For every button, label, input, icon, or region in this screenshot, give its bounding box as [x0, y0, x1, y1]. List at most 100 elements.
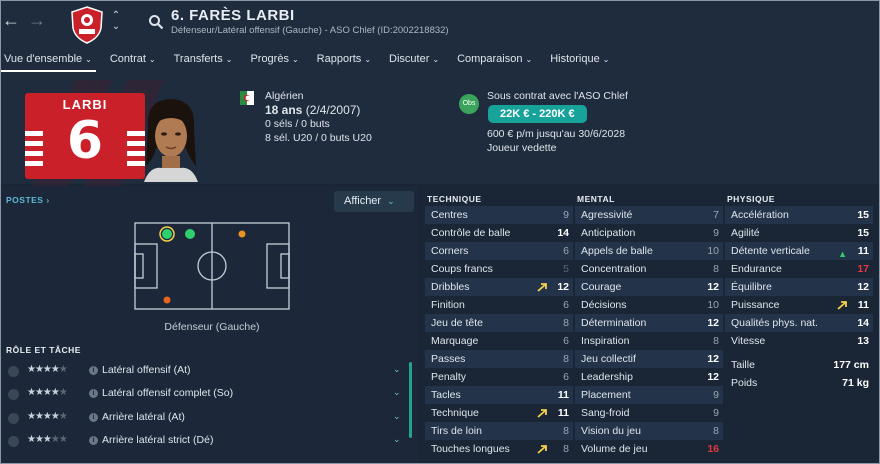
tab-contract[interactable]: Contrat ⌄: [106, 50, 160, 72]
physique-attribute-row[interactable]: Détente verticale ▲ 11: [725, 242, 873, 260]
role-row[interactable]: ★★★★★ i Arrière latéral strict (Dé) ⌄: [0, 430, 408, 453]
technique-attribute-label: Tacles: [431, 389, 461, 401]
wage-range-badge[interactable]: 22K € - 220K €: [488, 105, 587, 123]
physique-attribute-row[interactable]: Qualités phys. nat. 14: [725, 314, 873, 332]
physique-title: PHYSIQUE: [727, 194, 775, 204]
mental-attribute-row[interactable]: Détermination 12: [575, 314, 723, 332]
position-dot-natural[interactable]: [185, 229, 195, 239]
star-rating-icon: ★★★★★: [27, 387, 68, 398]
mental-attribute-row[interactable]: Anticipation 9: [575, 224, 723, 242]
info-icon[interactable]: i: [89, 389, 98, 398]
technique-attribute-row[interactable]: Marquage 6: [425, 332, 573, 350]
player-face-image: [144, 99, 198, 182]
technique-attribute-label: Touches longues: [431, 443, 510, 455]
technique-attribute-row[interactable]: Touches longues 8: [425, 440, 573, 458]
technique-attribute-value: 9: [563, 209, 569, 221]
position-dot-unconvincing[interactable]: [238, 230, 246, 238]
club-crest-icon[interactable]: [70, 6, 104, 44]
nationality: Algérien: [265, 90, 304, 102]
tab-label: Comparaison: [457, 53, 523, 65]
mental-attribute-row[interactable]: Leadership 12: [575, 368, 723, 386]
technique-attribute-row[interactable]: Tacles 11: [425, 386, 573, 404]
role-row[interactable]: ★★★★★ i Latéral offensif (At) ⌄: [0, 360, 408, 383]
radio-button[interactable]: [8, 413, 19, 424]
physique-attribute-row[interactable]: Puissance 11: [725, 296, 873, 314]
technique-attribute-row[interactable]: Technique 11: [425, 404, 573, 422]
technique-attribute-row[interactable]: Centres 9: [425, 206, 573, 224]
physique-attribute-row[interactable]: Équilibre 12: [725, 278, 873, 296]
shirt-card: LARBI 6: [25, 93, 145, 179]
roles-scrollbar[interactable]: [409, 362, 412, 438]
obs-badge[interactable]: Obs: [459, 94, 479, 114]
role-name: Latéral offensif complet (So): [102, 387, 234, 399]
chevron-down-icon[interactable]: ⌄: [393, 364, 401, 375]
tab-label: Transferts: [173, 53, 223, 65]
technique-attribute-row[interactable]: Tirs de loin 8: [425, 422, 573, 440]
mental-attribute-label: Jeu collectif: [581, 353, 636, 365]
tab-discuss[interactable]: Discuter ⌄: [385, 50, 443, 72]
search-icon[interactable]: [148, 14, 164, 30]
mental-attribute-row[interactable]: Concentration 8: [575, 260, 723, 278]
mental-attribute-value: 9: [713, 389, 719, 401]
radio-button[interactable]: [8, 366, 19, 377]
radio-button[interactable]: [8, 436, 19, 447]
wage-detail: 600 € p/m jusqu'au 30/6/2028: [487, 128, 626, 140]
mental-attribute-row[interactable]: Placement 9: [575, 386, 723, 404]
mental-attribute-row[interactable]: Jeu collectif 12: [575, 350, 723, 368]
tab-overview[interactable]: Vue d'ensemble ⌄: [0, 50, 96, 72]
mental-attribute-value: 12: [707, 281, 719, 293]
player-bio: Algérien 18 ans (2/4/2007) 0 séls / 0 bu…: [265, 89, 372, 145]
forward-arrow-icon[interactable]: →: [28, 10, 46, 31]
mental-attribute-row[interactable]: Courage 12: [575, 278, 723, 296]
tab-history[interactable]: Historique ⌄: [546, 50, 613, 72]
info-icon[interactable]: i: [89, 366, 98, 375]
back-arrow-icon[interactable]: ←: [2, 10, 20, 31]
chevron-down-icon[interactable]: ⌄: [393, 411, 401, 422]
physique-attribute-row[interactable]: Accélération 15: [725, 206, 873, 224]
mental-attribute-row[interactable]: Appels de balle 10: [575, 242, 723, 260]
position-dot-awkward[interactable]: [163, 296, 171, 304]
tab-label: Vue d'ensemble: [4, 53, 83, 65]
tab-progress[interactable]: Progrès ⌄: [246, 50, 302, 72]
physique-attribute-row[interactable]: Agilité 15: [725, 224, 873, 242]
technique-attribute-row[interactable]: Contrôle de balle 14: [425, 224, 573, 242]
info-icon[interactable]: i: [89, 436, 98, 445]
chevron-down-icon[interactable]: ⌄: [393, 387, 401, 398]
technique-attribute-row[interactable]: Finition 6: [425, 296, 573, 314]
position-dot-natural[interactable]: [162, 229, 172, 239]
player-name: 6. FARÈS LARBI: [171, 7, 295, 24]
physique-attribute-label: Accélération: [731, 209, 789, 221]
role-row[interactable]: ★★★★★ i Arrière latéral (At) ⌄: [0, 407, 408, 430]
technique-rows: Centres 9 Contrôle de balle 14 Corners 6 Coups…: [425, 206, 573, 458]
mental-attribute-value: 10: [707, 245, 719, 257]
mental-attribute-row[interactable]: Décisions 10: [575, 296, 723, 314]
tab-reports[interactable]: Rapports ⌄: [313, 50, 375, 72]
role-row[interactable]: ★★★★★ i Latéral offensif complet (So) ⌄: [0, 383, 408, 406]
technique-attribute-row[interactable]: Jeu de tête 8: [425, 314, 573, 332]
technique-attribute-label: Centres: [431, 209, 468, 221]
tab-transfers[interactable]: Transferts ⌄: [170, 50, 237, 72]
mental-attribute-row[interactable]: Vision du jeu 8: [575, 422, 723, 440]
tab-comparison[interactable]: Comparaison ⌄: [453, 50, 536, 72]
trend-up-icon: [537, 445, 547, 454]
afficher-dropdown[interactable]: Afficher ⌄: [334, 191, 414, 212]
player-switch-icon[interactable]: ⌃ ⌄: [110, 10, 122, 32]
mental-attribute-row[interactable]: Volume de jeu 16: [575, 440, 723, 458]
mental-attribute-label: Courage: [581, 281, 622, 293]
mental-attribute-row[interactable]: Sang-froid 9: [575, 404, 723, 422]
technique-attribute-row[interactable]: Penalty 6: [425, 368, 573, 386]
mental-attribute-row[interactable]: Inspiration 8: [575, 332, 723, 350]
weight-row: Poids 71 kg: [725, 374, 873, 392]
physique-attribute-row[interactable]: Vitesse 13: [725, 332, 873, 350]
technique-attribute-row[interactable]: Dribbles 12: [425, 278, 573, 296]
radio-button[interactable]: [8, 389, 19, 400]
physique-attribute-row[interactable]: Endurance 17: [725, 260, 873, 278]
technique-attribute-row[interactable]: Coups francs 5: [425, 260, 573, 278]
mental-attribute-row[interactable]: Agressivité 7: [575, 206, 723, 224]
weight-value: 71 kg: [842, 377, 869, 389]
chevron-down-icon[interactable]: ⌄: [393, 434, 401, 445]
technique-attribute-row[interactable]: Passes 8: [425, 350, 573, 368]
technique-attribute-row[interactable]: Corners 6: [425, 242, 573, 260]
info-icon[interactable]: i: [89, 413, 98, 422]
positions-title[interactable]: POSTES ›: [6, 195, 50, 205]
